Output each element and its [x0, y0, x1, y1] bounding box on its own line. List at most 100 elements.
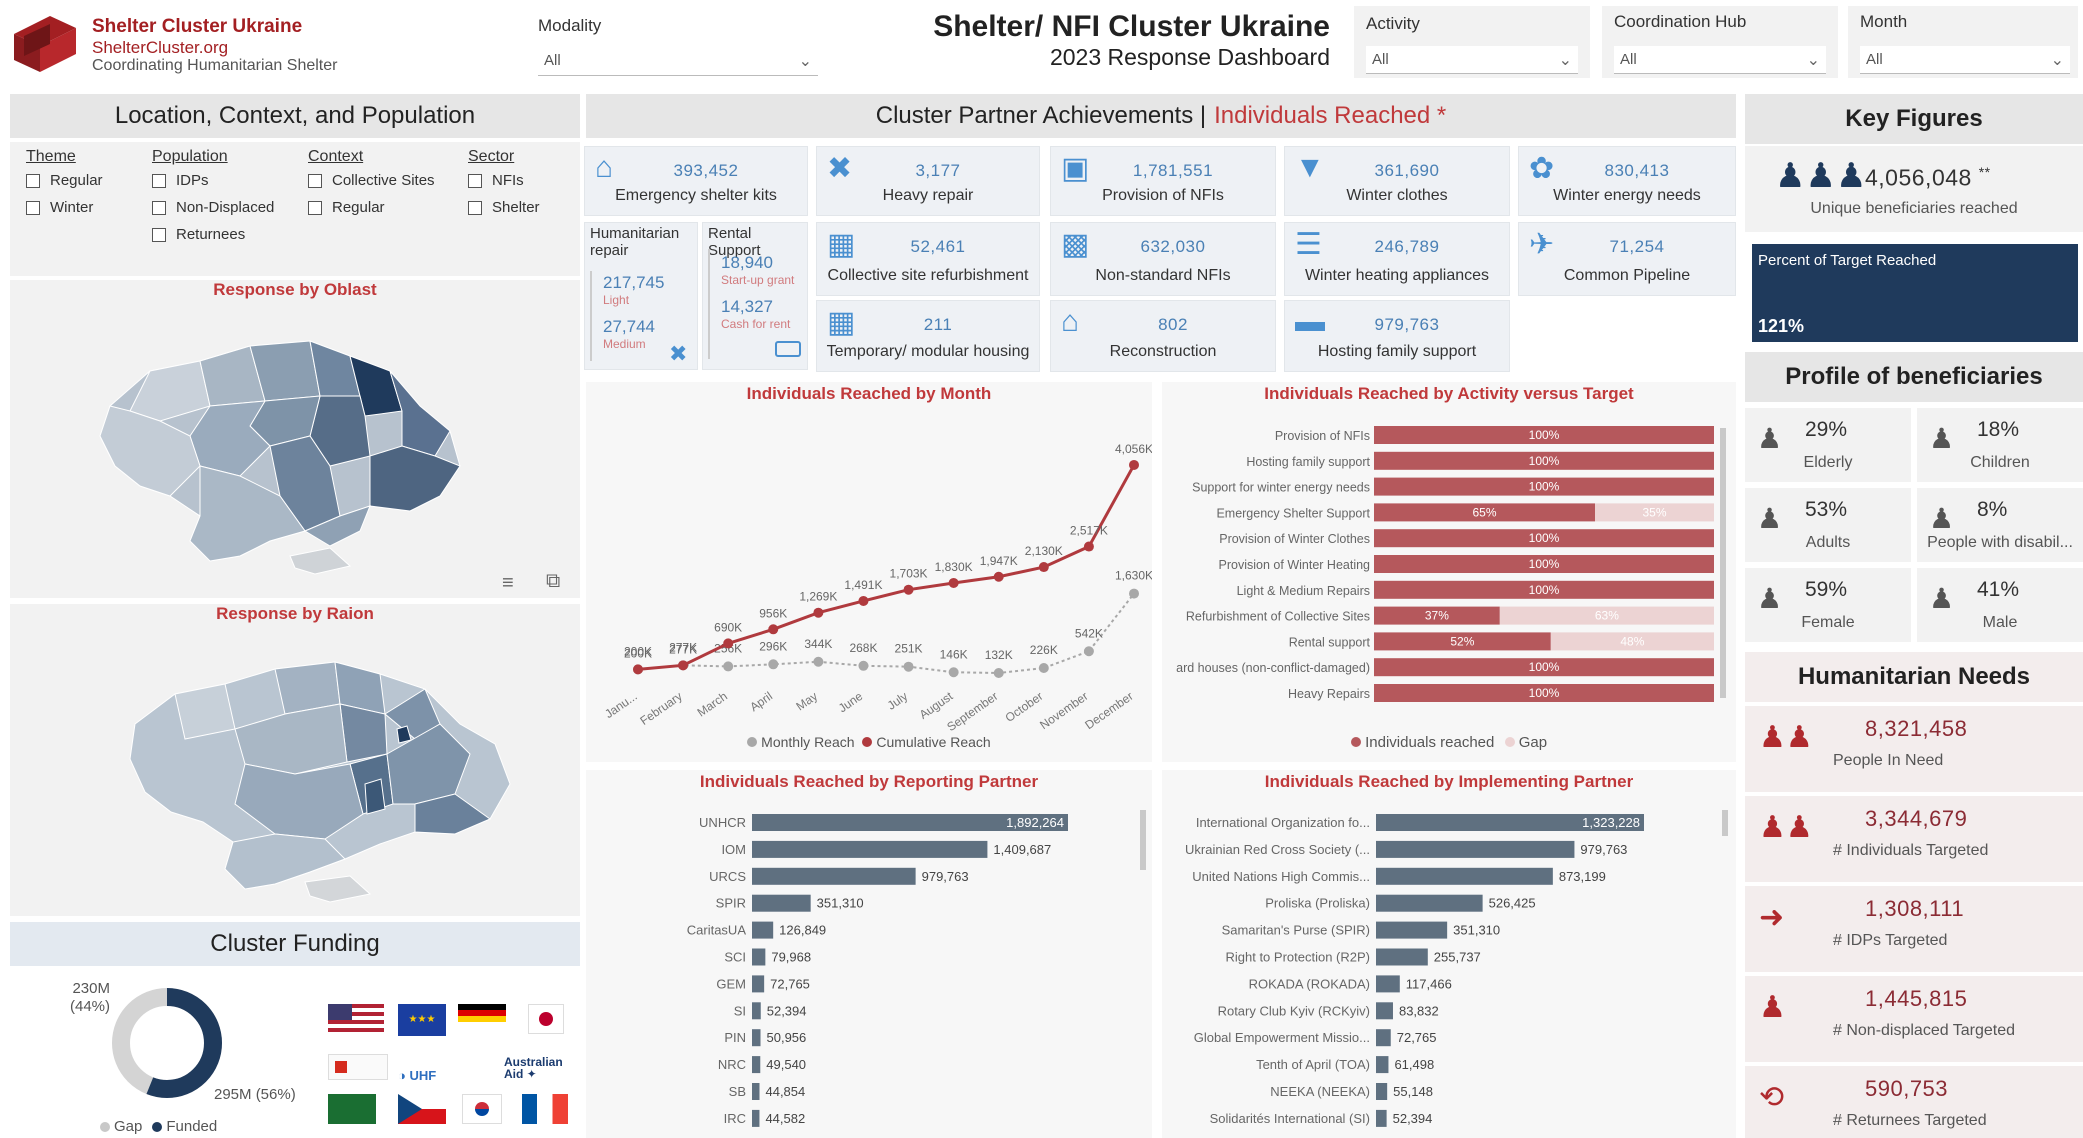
- cumulative-point[interactable]: [723, 638, 734, 649]
- funding-donut[interactable]: [108, 984, 226, 1102]
- filter-icon[interactable]: ≡: [502, 572, 514, 595]
- achievement-card[interactable]: ✿ 830,413 Winter energy needs: [1518, 146, 1736, 216]
- partner-bar[interactable]: [1376, 1083, 1388, 1100]
- achievement-value: 802: [1158, 315, 1188, 334]
- achievement-card[interactable]: ▬ 979,763 Hosting family support: [1284, 300, 1510, 372]
- monthly-point[interactable]: [903, 661, 914, 672]
- oblast-map[interactable]: [90, 316, 490, 576]
- achievement-card[interactable]: ▩ 632,030 Non-standard NFIs: [1050, 222, 1276, 296]
- key-figures-title: Key Figures: [1745, 94, 2083, 144]
- cumulative-point[interactable]: [903, 584, 914, 595]
- sector-nfis-checkbox[interactable]: NFIs: [468, 172, 540, 189]
- monthly-line-chart[interactable]: 200K 277K 256K 296K 344K 268K 251K 146K 132K 226K…: [586, 408, 1152, 738]
- partner-bar[interactable]: [752, 894, 811, 912]
- value-label: 1,892,264: [1006, 815, 1064, 830]
- monthly-point[interactable]: [1038, 663, 1049, 674]
- achievement-card[interactable]: ▦ 52,461 Collective site refurbishment: [816, 222, 1040, 296]
- cumulative-point[interactable]: [993, 571, 1004, 582]
- cumulative-point[interactable]: [858, 595, 869, 606]
- sector-filter-title: Sector: [468, 148, 515, 165]
- partner-label: United Nations High Commis...: [1192, 869, 1370, 884]
- value-label: 79,968: [771, 950, 811, 965]
- partner-bar[interactable]: [752, 975, 765, 993]
- need-item: ♟♟ 8,321,458 People In Need: [1745, 706, 2083, 792]
- scrollbar[interactable]: [1722, 810, 1728, 836]
- cumulative-point[interactable]: [948, 577, 959, 588]
- activity-bar-chart[interactable]: Provision of NFIs 100% Hosting family supp…: [1162, 424, 1736, 714]
- achievement-card[interactable]: ☰ 246,789 Winter heating appliances: [1284, 222, 1510, 296]
- monthly-point[interactable]: [948, 667, 959, 678]
- partner-bar[interactable]: [1376, 975, 1400, 993]
- monthly-point[interactable]: [768, 659, 779, 670]
- achievement-card[interactable]: ⌂ 393,452 Emergency shelter kits: [584, 146, 808, 216]
- population-idps-checkbox[interactable]: IDPs: [152, 172, 274, 189]
- cumulative-point[interactable]: [633, 664, 643, 675]
- partner-bar[interactable]: [752, 1002, 761, 1020]
- partner-bar[interactable]: [1376, 921, 1448, 939]
- partner-bar[interactable]: [752, 1056, 761, 1074]
- context-regular-checkbox[interactable]: Regular: [308, 199, 435, 216]
- monthly-point[interactable]: [723, 661, 734, 672]
- rental-support-card[interactable]: Rental Support 18,940 Start-up grant 14,…: [702, 222, 808, 370]
- implementing-partner-bar-chart[interactable]: International Organization fo... 1,323,22…: [1162, 808, 1736, 1138]
- partner-bar[interactable]: [752, 921, 774, 939]
- cumulative-point[interactable]: [1129, 459, 1139, 470]
- sector-shelter-checkbox[interactable]: Shelter: [468, 199, 540, 216]
- focus-mode-icon[interactable]: ⧉: [546, 570, 560, 593]
- achievement-label: Collective site refurbishment: [827, 267, 1029, 284]
- cumulative-point[interactable]: [1083, 541, 1094, 552]
- population-returnees-checkbox[interactable]: Returnees: [152, 226, 274, 243]
- data-label: 4,056K: [1115, 442, 1152, 456]
- activity-dropdown[interactable]: All ⌄: [1366, 46, 1578, 74]
- population-nondisplaced-checkbox[interactable]: Non-Displaced: [152, 199, 274, 216]
- reporting-partner-bar-chart[interactable]: UNHCR 1,892,264 IOM 1,409,687 URCS 979,763 SPI…: [586, 808, 1152, 1138]
- partner-bar[interactable]: [752, 867, 916, 885]
- achievement-card[interactable]: ▣ 1,781,551 Provision of NFIs: [1050, 146, 1276, 216]
- theme-winter-checkbox[interactable]: Winter: [26, 199, 103, 216]
- org-url[interactable]: ShelterCluster.org: [92, 38, 228, 58]
- partner-bar[interactable]: [1376, 948, 1428, 966]
- partner-bar[interactable]: [1376, 1002, 1393, 1020]
- partner-bar[interactable]: [1376, 1056, 1389, 1074]
- category-label: Provision of Winter Heating: [1219, 558, 1371, 572]
- hub-dropdown[interactable]: All ⌄: [1614, 46, 1826, 74]
- cumulative-point[interactable]: [678, 660, 689, 671]
- partner-bar[interactable]: [1376, 867, 1553, 885]
- raion-map[interactable]: [125, 644, 525, 904]
- partner-bar[interactable]: [1376, 1029, 1391, 1047]
- scrollbar[interactable]: [1140, 810, 1146, 870]
- modality-dropdown[interactable]: All ⌄: [538, 46, 818, 76]
- achievement-card[interactable]: ⌂ 802 Reconstruction: [1050, 300, 1276, 372]
- scrollbar[interactable]: [1720, 428, 1726, 698]
- partner-bar[interactable]: [752, 1083, 760, 1100]
- partner-bar[interactable]: [1376, 894, 1483, 912]
- achievement-card[interactable]: ▦ 211 Temporary/ modular housing: [816, 300, 1040, 372]
- context-collective-checkbox[interactable]: Collective Sites: [308, 172, 435, 189]
- monthly-point[interactable]: [1129, 588, 1139, 599]
- cumulative-point[interactable]: [813, 607, 824, 618]
- need-label: People In Need: [1833, 752, 1944, 769]
- achievement-card[interactable]: ▼ 361,690 Winter clothes: [1284, 146, 1510, 216]
- partner-bar[interactable]: [752, 840, 988, 858]
- divider: [708, 249, 710, 359]
- achievements-section-title: Cluster Partner Achievements | Individua…: [586, 94, 1736, 138]
- partner-bar[interactable]: [752, 1029, 761, 1047]
- monthly-point[interactable]: [813, 656, 824, 667]
- monthly-point[interactable]: [858, 660, 869, 671]
- theme-regular-checkbox[interactable]: Regular: [26, 172, 103, 189]
- partner-bar[interactable]: [752, 948, 766, 966]
- monthly-point[interactable]: [993, 668, 1004, 679]
- cumulative-point[interactable]: [768, 624, 779, 635]
- achievement-card[interactable]: ✖ 3,177 Heavy repair: [816, 146, 1040, 216]
- humanitarian-repair-card[interactable]: Humanitarian repair 217,745 Light 27,744…: [584, 222, 698, 370]
- partner-bar[interactable]: [1376, 840, 1575, 858]
- profile-item: ♟ 18% Children: [1917, 408, 2083, 482]
- people-group-icon: ♟♟♟: [1775, 157, 1867, 195]
- month-dropdown[interactable]: All ⌄: [1860, 46, 2070, 74]
- partner-bar[interactable]: [1376, 1109, 1387, 1127]
- partner-bar[interactable]: [752, 1109, 760, 1127]
- cumulative-point[interactable]: [1038, 562, 1049, 573]
- monthly-point[interactable]: [1083, 646, 1094, 657]
- achievement-card[interactable]: ✈ 71,254 Common Pipeline: [1518, 222, 1736, 296]
- data-label: 2,517K: [1070, 524, 1108, 538]
